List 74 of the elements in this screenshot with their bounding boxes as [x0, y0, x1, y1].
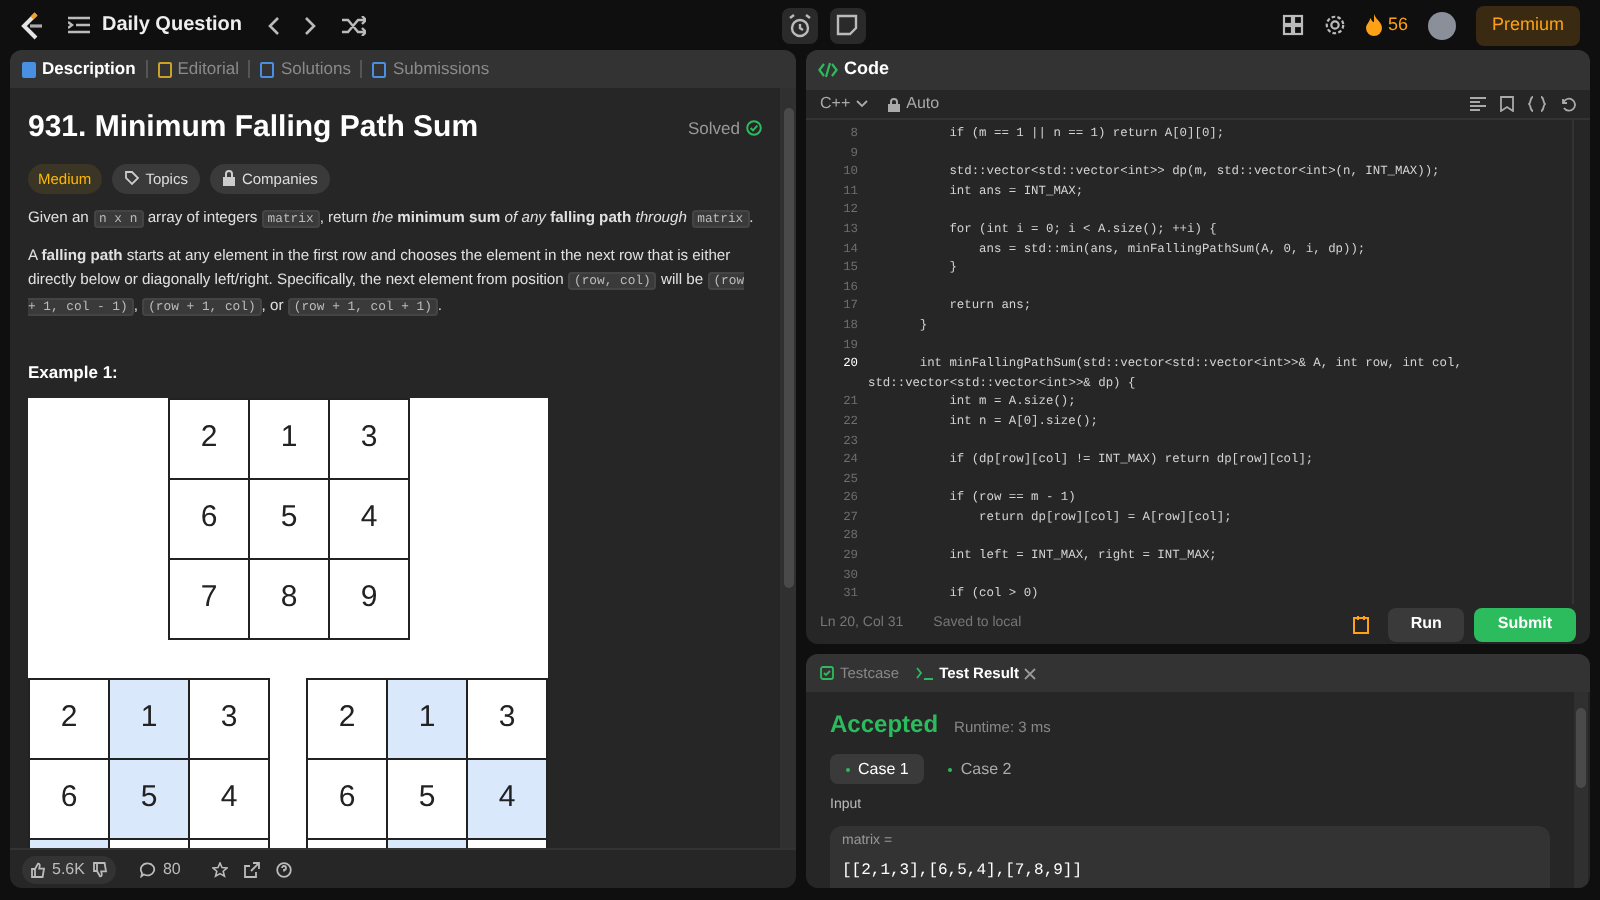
share-icon[interactable]: [244, 861, 261, 877]
grid-cell: 6: [308, 759, 388, 839]
panel-tab[interactable]: Editorial: [157, 56, 239, 82]
help-icon[interactable]: [276, 861, 293, 877]
lock-icon: [221, 170, 236, 187]
checkbox-icon: [820, 666, 834, 680]
panel-tab[interactable]: Description: [22, 56, 136, 82]
panel-tab[interactable]: Submissions: [372, 56, 490, 82]
grid-cell: 7: [170, 559, 250, 639]
grid-cell: 1: [110, 679, 190, 759]
grid-cell: 4: [468, 759, 548, 839]
braces-icon[interactable]: [1528, 96, 1546, 112]
grid-cell: 1: [250, 399, 330, 479]
solved-label: Solved: [688, 115, 740, 142]
speech-bubble-icon: [140, 861, 157, 877]
grid-cell: 8: [250, 559, 330, 639]
panel-tab[interactable]: Solutions: [260, 56, 351, 82]
chevron-left-icon[interactable]: [266, 15, 281, 35]
auto-mode-button[interactable]: Auto: [888, 92, 940, 116]
tag-icon: [123, 170, 140, 187]
star-icon[interactable]: [212, 861, 229, 877]
case-tab[interactable]: Case 2: [932, 754, 1028, 784]
grid-cell: 3: [330, 399, 410, 479]
grid-cell: 3: [468, 679, 548, 759]
layout-icon[interactable]: [1281, 14, 1304, 36]
reset-icon[interactable]: [1560, 96, 1576, 112]
verdict: Accepted: [830, 708, 939, 742]
grid-cell: 5: [110, 759, 190, 839]
notepad-icon[interactable]: [1352, 614, 1371, 634]
grid-cell: 3: [190, 679, 270, 759]
grid-cell: 5: [250, 479, 330, 559]
scrollbar[interactable]: [1574, 692, 1588, 888]
panel-title: Code: [844, 56, 889, 83]
flame-icon: [1365, 14, 1382, 36]
alarm-button[interactable]: [781, 7, 818, 43]
grid-cell: 5: [388, 759, 468, 839]
run-button[interactable]: Run: [1388, 607, 1464, 641]
grid-cell: 2: [30, 679, 110, 759]
terminal-icon: [915, 666, 934, 680]
thumbs-down-icon: [92, 861, 109, 877]
grid-cell: 6: [170, 479, 250, 559]
example-heading: Example 1:: [28, 359, 120, 385]
lock-icon: [888, 97, 901, 111]
grid-cell: 6: [30, 759, 110, 839]
bookmark-icon[interactable]: [1500, 96, 1514, 112]
avatar[interactable]: [1427, 11, 1456, 39]
logo-icon[interactable]: [20, 11, 44, 39]
scrollbar[interactable]: [780, 88, 796, 848]
problem-title: 931. Minimum Falling Path Sum: [28, 108, 479, 148]
grid-cell: 9: [330, 559, 410, 639]
code-icon: [818, 62, 838, 78]
list-icon[interactable]: [68, 16, 90, 34]
chevron-down-icon: [856, 100, 869, 108]
check-circle-icon: [746, 120, 762, 137]
chevron-right-icon[interactable]: [304, 15, 319, 35]
premium-button[interactable]: Premium: [1475, 5, 1580, 45]
thumbs-up-icon: [30, 861, 46, 877]
comments-button[interactable]: 80: [140, 857, 181, 881]
note-button[interactable]: [829, 7, 866, 43]
case-tab[interactable]: Case 1: [830, 754, 925, 784]
settings-icon[interactable]: [1323, 14, 1346, 36]
parameter-value: [[2,1,3],[6,5,4],[7,8,9]]: [842, 860, 1085, 884]
daily-question-link[interactable]: Daily Question: [102, 10, 243, 40]
grid-cell: 2: [170, 399, 250, 479]
grid-cell: 4: [190, 759, 270, 839]
grid-cell: 4: [330, 479, 410, 559]
grid-cell: 1: [388, 679, 468, 759]
language-dropdown[interactable]: C++: [820, 92, 869, 116]
shuffle-icon[interactable]: [342, 15, 367, 35]
format-icon[interactable]: [1470, 96, 1486, 112]
streak-count: 56: [1387, 11, 1408, 38]
grid-cell: 2: [308, 679, 388, 759]
dislike-button[interactable]: [92, 861, 109, 877]
close-icon[interactable]: [1024, 667, 1037, 679]
